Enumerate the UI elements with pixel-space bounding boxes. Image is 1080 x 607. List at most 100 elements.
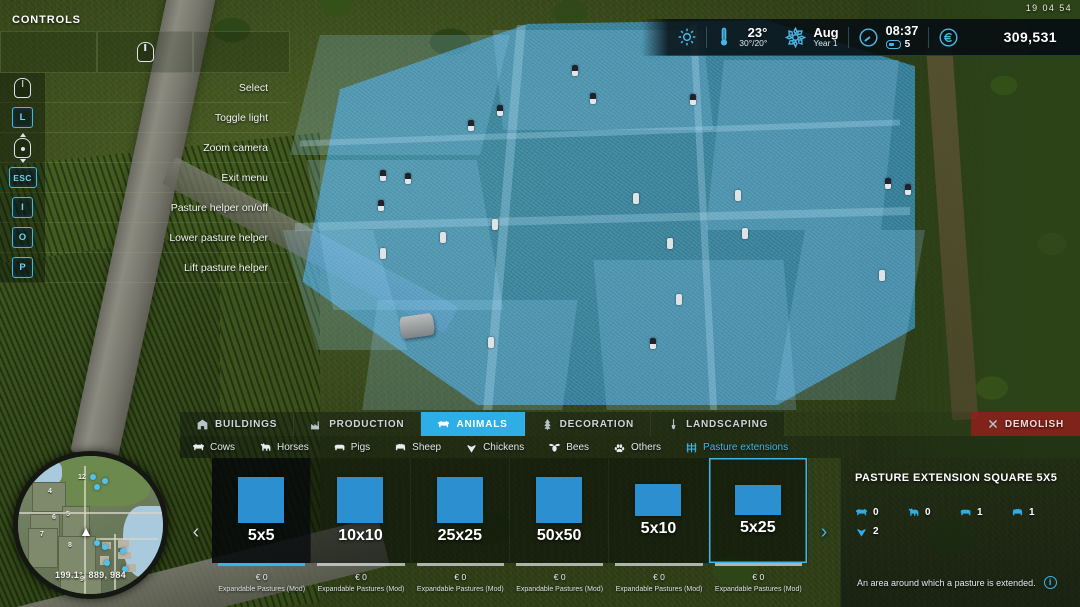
demolish-button[interactable]: DEMOLISH [970,412,1080,436]
minimap-field-number: 7 [40,531,44,538]
cow-icon [192,441,205,454]
build-menu-tabbar: BUILDINGS PRODUCTION ANIMALS DECORATION LAND… [180,412,1080,436]
bee-icon [548,441,561,454]
item-size-swatch [337,476,384,523]
build-menu-subtabs: Cows Horses Pigs Sheep Chickens Bees Others Pas… [180,436,1080,458]
subtab-pigs[interactable]: Pigs [321,436,382,458]
item-brand: Expandable Pastures (Mod) [615,585,703,593]
clock-icon [858,27,879,48]
minimap-field-number: 5 [66,511,70,518]
capacity-value: 0 [925,507,931,518]
controls-top-grid [0,31,291,73]
item-price: € 0 [255,571,268,582]
tab-decoration[interactable]: DECORATION [524,412,652,436]
subtab-sheep[interactable]: Sheep [382,436,453,458]
control-row: ESC Exit menu [0,162,290,193]
tab-label: DECORATION [559,418,635,430]
item-thumbnail: 10x10 [311,458,411,563]
fence-icon [685,441,698,454]
control-label: Pasture helper on/off [170,201,268,214]
control-row: I Pasture helper on/off [0,192,290,223]
item-card[interactable]: 5x5 € 0 Expandable Pastures (Mod) [212,458,312,607]
item-card[interactable]: 5x25 € 0 Expandable Pastures (Mod) [708,458,808,607]
item-brand: Expandable Pastures (Mod) [516,585,604,593]
subtab-label: Others [631,441,662,453]
minimap-poi [94,484,100,490]
horse-icon [259,441,272,454]
item-thumbnail: 25x25 [410,458,510,563]
controls-rows: Select L Toggle light Zoom camera ESC Exit me… [0,72,290,283]
subtab-cows[interactable]: Cows [180,436,247,458]
capacity-value: 1 [1029,507,1035,518]
controls-top-cell-mouse [96,31,194,73]
tab-animals[interactable]: ANIMALS [421,412,525,436]
tab-buildings[interactable]: BUILDINGS [180,412,295,436]
subtab-bees[interactable]: Bees [536,436,601,458]
item-thumbnail: 5x10 [609,458,709,563]
money-value: 309,531 [1003,29,1057,45]
tab-landscaping[interactable]: LANDSCAPING [651,412,786,436]
hud-date-stack: Aug Year 1 [813,26,838,48]
minimap[interactable]: 12 4 5 6 7 8 9 199.1°, 889, 984 [13,451,168,599]
subtab-pasture-extensions[interactable]: Pasture extensions [673,436,800,458]
minimap-field-number: 12 [78,474,86,481]
control-label: Lower pasture helper [169,231,268,244]
subtab-label: Bees [566,441,590,453]
capacity-stat: 0 [907,506,949,519]
item-size-swatch [734,484,781,515]
minimap-coordinates: 199.1°, 889, 984 [55,570,126,580]
item-name: 5x10 [640,519,677,537]
demolish-label: DEMOLISH [1004,418,1064,430]
control-label: Zoom camera [203,141,268,154]
item-name: 5x5 [247,526,275,544]
item-card[interactable]: 5x10 € 0 Expandable Pastures (Mod) [609,458,709,607]
item-price: € 0 [653,571,665,582]
minimap-field-number: 4 [48,488,52,495]
control-label: Toggle light [214,111,268,124]
shovel-icon [667,418,680,431]
item-name: 5x25 [740,518,776,536]
subtab-label: Pasture extensions [703,441,789,453]
hud-money: 309,531 [929,27,1066,48]
hud-weather [668,27,706,47]
item-thumbnail: 5x5 [212,458,312,563]
item-price: € 0 [355,571,367,582]
subtab-label: Sheep [412,441,442,453]
item-name: 10x10 [338,526,383,544]
info-icon[interactable]: i [1043,576,1057,589]
prev-page-button[interactable]: ‹ [180,458,212,607]
x-icon [987,418,999,430]
control-row: P Lift pasture helper [0,252,290,283]
item-card[interactable]: 25x25 € 0 Expandable Pastures (Mod) [410,458,510,607]
subtab-label: Horses [277,441,309,453]
item-selection-underline [615,563,703,566]
controls-title: CONTROLS [12,14,81,26]
tab-production[interactable]: PRODUCTION [294,412,422,436]
subtab-chickens[interactable]: Chickens [453,436,536,458]
control-key: ESC [0,162,45,193]
item-card[interactable]: 50x50 € 0 Expandable Pastures (Mod) [509,458,610,607]
next-page-button[interactable]: › [808,458,840,607]
item-name: 25x25 [437,526,483,544]
pig-icon [959,506,972,519]
chicken-icon [465,441,478,454]
item-price: € 0 [454,571,467,582]
control-row: Zoom camera [0,132,290,163]
item-name: 50x50 [536,526,582,544]
item-thumbnail: 50x50 [509,458,610,563]
game-time: 08:37 [885,24,919,38]
subtab-horses[interactable]: Horses [247,436,321,458]
chicken-icon [855,525,868,538]
subtab-others[interactable]: Others [601,436,673,458]
control-key: I [0,192,45,223]
control-key [0,132,45,163]
control-key: L [0,102,45,133]
minimap-poi [94,540,100,546]
item-price: € 0 [752,571,765,582]
hud-temperature: 23° 30°/20° [707,26,776,48]
item-thumbnail: 5x25 [708,458,808,563]
control-label: Lift pasture helper [183,261,268,274]
item-size-swatch [536,476,583,523]
factory-icon [310,418,323,431]
item-card[interactable]: 10x10 € 0 Expandable Pastures (Mod) [311,458,411,607]
